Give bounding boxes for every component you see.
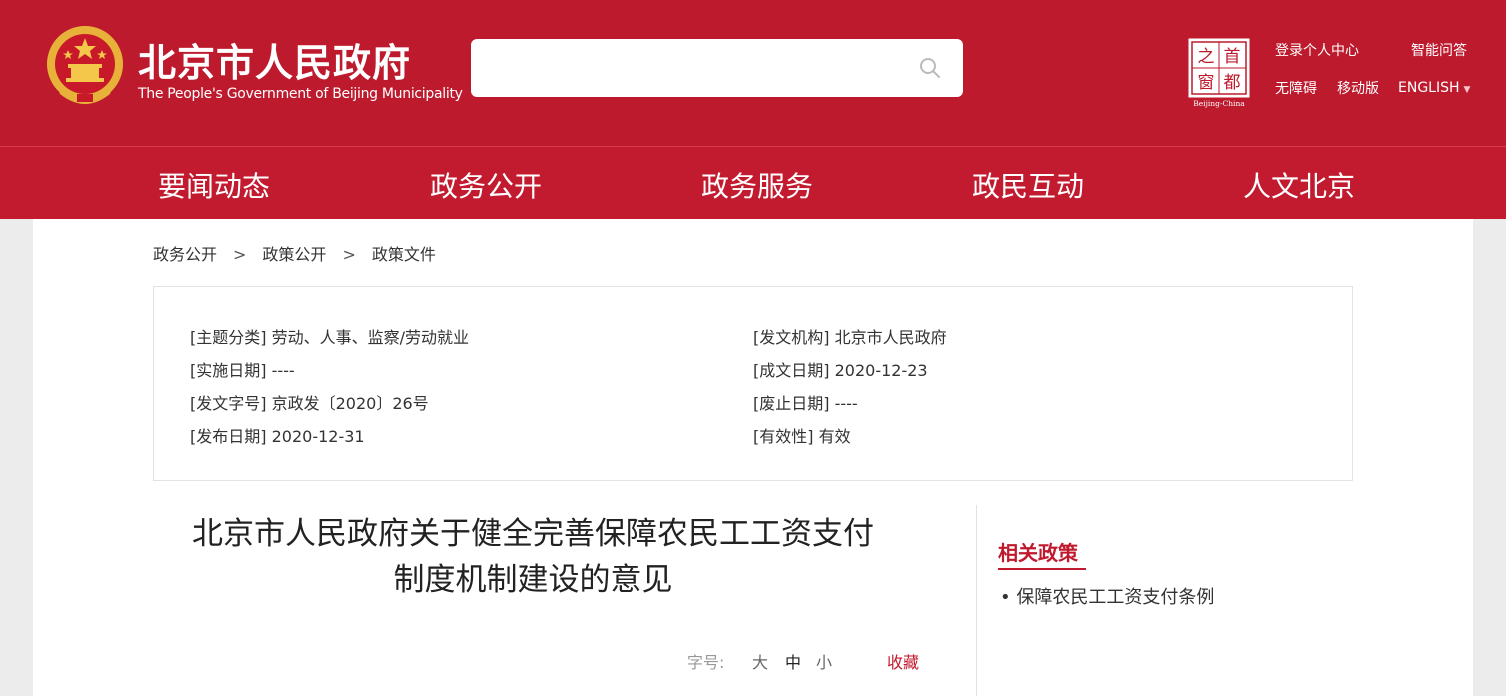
meta-label: [主题分类] bbox=[190, 328, 267, 347]
content-panel: 政务公开 > 政策公开 > 政策文件 [主题分类] 劳动、人事、监察/劳动就业 [实施日… bbox=[33, 219, 1473, 696]
nav-item-services[interactable]: 政务服务 bbox=[701, 165, 813, 205]
badge-caption: Beijing-China bbox=[1193, 99, 1245, 108]
article-title: 北京市人民政府关于健全完善保障农民工工资支付 制度机制建设的意见 bbox=[153, 511, 913, 603]
font-size-label: 字号: bbox=[687, 653, 725, 672]
meta-publish-date: [发布日期] 2020-12-31 bbox=[190, 423, 365, 447]
related-heading-underline bbox=[998, 568, 1086, 570]
column-divider bbox=[976, 505, 977, 696]
site-header: 北京市人民政府 The People's Government of Beiji… bbox=[0, 0, 1506, 146]
search-input[interactable] bbox=[471, 39, 963, 97]
main-nav: 要闻动态 政务公开 政务服务 政民互动 人文北京 bbox=[0, 146, 1506, 219]
meta-effective-date: [实施日期] ---- bbox=[190, 357, 295, 381]
nav-item-open-government[interactable]: 政务公开 bbox=[430, 165, 542, 205]
meta-label: [发布日期] bbox=[190, 427, 267, 446]
meta-repeal-date: [废止日期] ---- bbox=[753, 390, 858, 414]
meta-issuing-agency: [发文机构] 北京市人民政府 bbox=[753, 324, 947, 348]
meta-value: 有效 bbox=[818, 427, 851, 446]
breadcrumb-separator: > bbox=[342, 245, 356, 264]
meta-value: 2020-12-31 bbox=[271, 427, 365, 446]
meta-value: ---- bbox=[834, 394, 858, 413]
meta-value: 北京市人民政府 bbox=[834, 328, 947, 347]
meta-value: 京政发〔2020〕26号 bbox=[271, 394, 429, 413]
font-size-small-button[interactable]: 小 bbox=[816, 649, 832, 673]
meta-label: [废止日期] bbox=[753, 394, 830, 413]
english-link[interactable]: ENGLISH ▼ bbox=[1398, 80, 1470, 96]
breadcrumb-item-open-government[interactable]: 政务公开 bbox=[153, 245, 217, 264]
nav-item-culture[interactable]: 人文北京 bbox=[1243, 165, 1355, 205]
meta-value: 2020-12-23 bbox=[834, 361, 928, 380]
meta-label: [有效性] bbox=[753, 427, 814, 446]
breadcrumb-item-policy-open[interactable]: 政策公开 bbox=[262, 245, 326, 264]
national-emblem-icon[interactable] bbox=[44, 24, 126, 108]
capital-window-badge[interactable]: 首 都 之 窗 Beijing-China bbox=[1186, 38, 1252, 108]
related-policy-link[interactable]: 保障农民工工资支付条例 bbox=[1016, 587, 1214, 608]
site-title[interactable]: 北京市人民政府 bbox=[138, 32, 411, 87]
meta-label: [成文日期] bbox=[753, 361, 830, 380]
badge-char-2: 都 bbox=[1224, 73, 1241, 93]
article-title-line-1: 北京市人民政府关于健全完善保障农民工工资支付 bbox=[192, 516, 874, 552]
document-meta-box: [主题分类] 劳动、人事、监察/劳动就业 [实施日期] ---- [发文字号] … bbox=[153, 286, 1353, 481]
related-policies-heading: 相关政策 bbox=[998, 541, 1078, 565]
site-subtitle: The People's Government of Beijing Munic… bbox=[138, 86, 463, 102]
smart-qa-link[interactable]: 智能问答 bbox=[1411, 40, 1467, 60]
meta-label: [实施日期] bbox=[190, 361, 267, 380]
english-label: ENGLISH bbox=[1398, 80, 1460, 96]
meta-value: 劳动、人事、监察/劳动就业 bbox=[271, 328, 469, 347]
meta-subject: [主题分类] 劳动、人事、监察/劳动就业 bbox=[190, 324, 469, 348]
meta-drafted-date: [成文日期] 2020-12-23 bbox=[753, 357, 928, 381]
meta-label: [发文机构] bbox=[753, 328, 830, 347]
badge-char-3: 之 bbox=[1198, 47, 1215, 67]
search-icon[interactable] bbox=[919, 57, 941, 79]
meta-validity: [有效性] 有效 bbox=[753, 423, 851, 447]
related-policy-item[interactable]: • 保障农民工工资支付条例 bbox=[1000, 583, 1214, 609]
chevron-down-icon: ▼ bbox=[1463, 85, 1471, 95]
font-size-large-button[interactable]: 大 bbox=[752, 649, 768, 673]
breadcrumb-item-policy-documents[interactable]: 政策文件 bbox=[372, 245, 436, 264]
favorite-button[interactable]: 收藏 bbox=[887, 649, 919, 673]
breadcrumb: 政务公开 > 政策公开 > 政策文件 bbox=[153, 241, 436, 265]
login-link[interactable]: 登录个人中心 bbox=[1275, 40, 1359, 60]
meta-document-number: [发文字号] 京政发〔2020〕26号 bbox=[190, 390, 429, 414]
accessible-link[interactable]: 无障碍 bbox=[1275, 78, 1317, 98]
breadcrumb-separator: > bbox=[233, 245, 247, 264]
nav-item-news[interactable]: 要闻动态 bbox=[158, 165, 270, 205]
badge-char-4: 窗 bbox=[1198, 73, 1215, 93]
meta-label: [发文字号] bbox=[190, 394, 267, 413]
badge-char-1: 首 bbox=[1224, 47, 1241, 67]
article-title-line-2: 制度机制建设的意见 bbox=[393, 562, 673, 598]
font-size-medium-button[interactable]: 中 bbox=[785, 649, 801, 673]
meta-value: ---- bbox=[271, 361, 295, 380]
mobile-link[interactable]: 移动版 bbox=[1337, 78, 1379, 98]
nav-item-interaction[interactable]: 政民互动 bbox=[972, 165, 1084, 205]
